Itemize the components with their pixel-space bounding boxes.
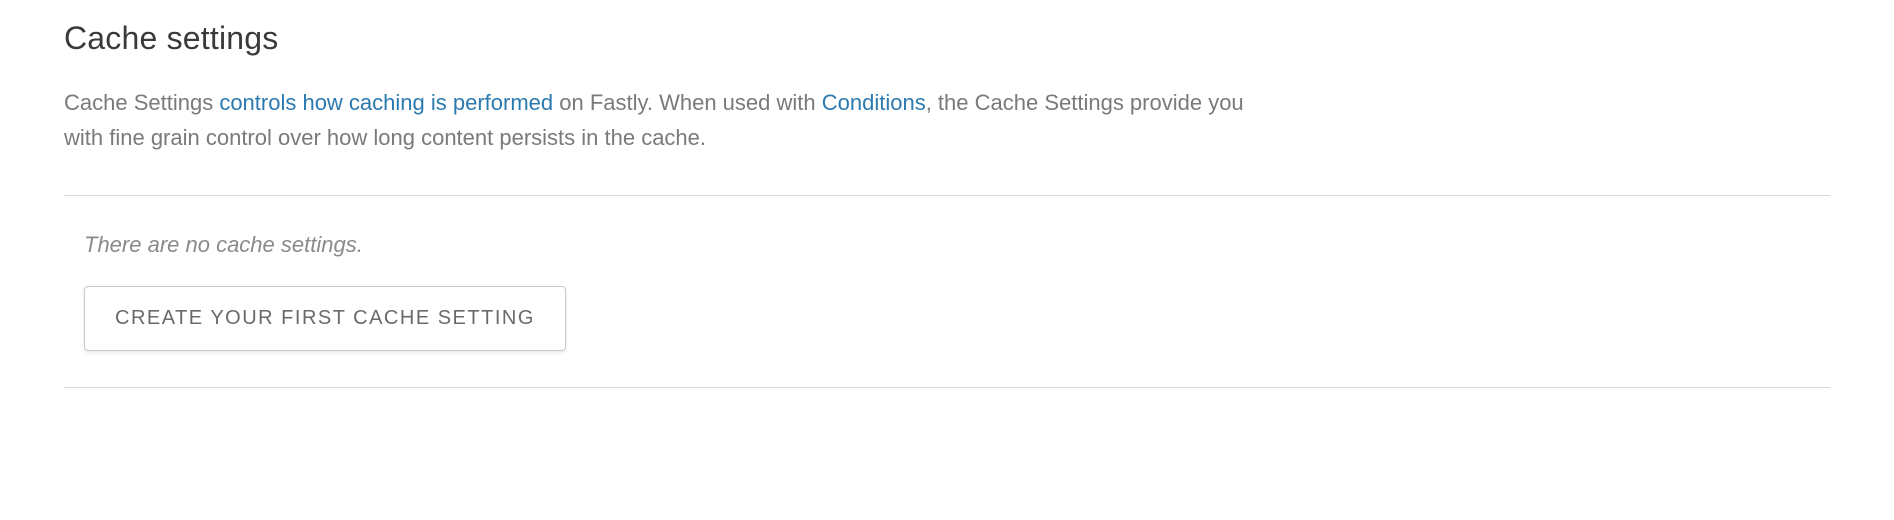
caching-docs-link[interactable]: controls how caching is performed [219, 90, 553, 115]
description-text-2: on Fastly. When used with [553, 90, 822, 115]
conditions-link[interactable]: Conditions [822, 90, 926, 115]
empty-state: There are no cache settings. CREATE YOUR… [64, 196, 1830, 387]
empty-state-message: There are no cache settings. [84, 232, 1830, 258]
page-title: Cache settings [64, 20, 1830, 57]
description-text-1: Cache Settings [64, 90, 219, 115]
cache-settings-description: Cache Settings controls how caching is p… [64, 85, 1244, 155]
section-divider-bottom [64, 387, 1830, 388]
create-cache-setting-button[interactable]: CREATE YOUR FIRST CACHE SETTING [84, 286, 566, 351]
